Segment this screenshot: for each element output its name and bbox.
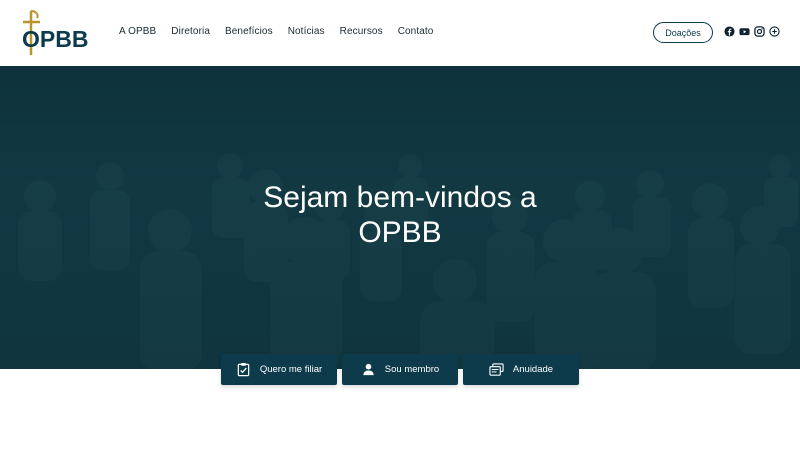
hero-banner: Sejam bem-vindos a OPBB [0,66,800,369]
nav-item-diretoria[interactable]: Diretoria [171,26,210,37]
nav-item-a-opbb[interactable]: A OPBB [119,26,156,37]
hero-title-line1: Sejam bem-vindos a [263,181,537,214]
instagram-icon[interactable] [754,26,765,37]
join-button[interactable]: Quero me filiar [221,354,337,385]
nav-item-noticias[interactable]: Notícias [288,26,325,37]
social-links [724,26,780,37]
user-icon [363,363,374,376]
site-header: OPBB A OPBB Diretoria Benefícios Notícia… [0,0,800,66]
facebook-icon[interactable] [724,26,735,37]
annual-fee-button-label: Anuidade [512,364,554,375]
main-nav: A OPBB Diretoria Benefícios Notícias Rec… [119,26,448,37]
join-button-label: Quero me filiar [259,364,323,375]
hero-title-line2: OPBB [358,216,442,249]
member-button[interactable]: Sou membro [342,354,458,385]
youtube-icon[interactable] [739,26,750,37]
logo-wordmark: OPBB [22,26,88,52]
nav-item-recursos[interactable]: Recursos [340,26,383,37]
member-button-label: Sou membro [384,364,440,375]
annual-fee-button[interactable]: Anuidade [463,354,579,385]
quick-actions: Quero me filiar Sou membro Anuidade [221,354,579,385]
plus-circle-icon[interactable] [769,26,780,37]
opbb-logo[interactable]: OPBB [18,9,98,57]
clipboard-check-icon [237,362,250,377]
hero-title: Sejam bem-vindos a OPBB [0,180,800,250]
nav-item-contato[interactable]: Contato [398,26,434,37]
stacked-cards-icon [489,363,504,376]
nav-item-beneficios[interactable]: Benefícios [225,26,273,37]
donate-button[interactable]: Doações [653,22,713,43]
